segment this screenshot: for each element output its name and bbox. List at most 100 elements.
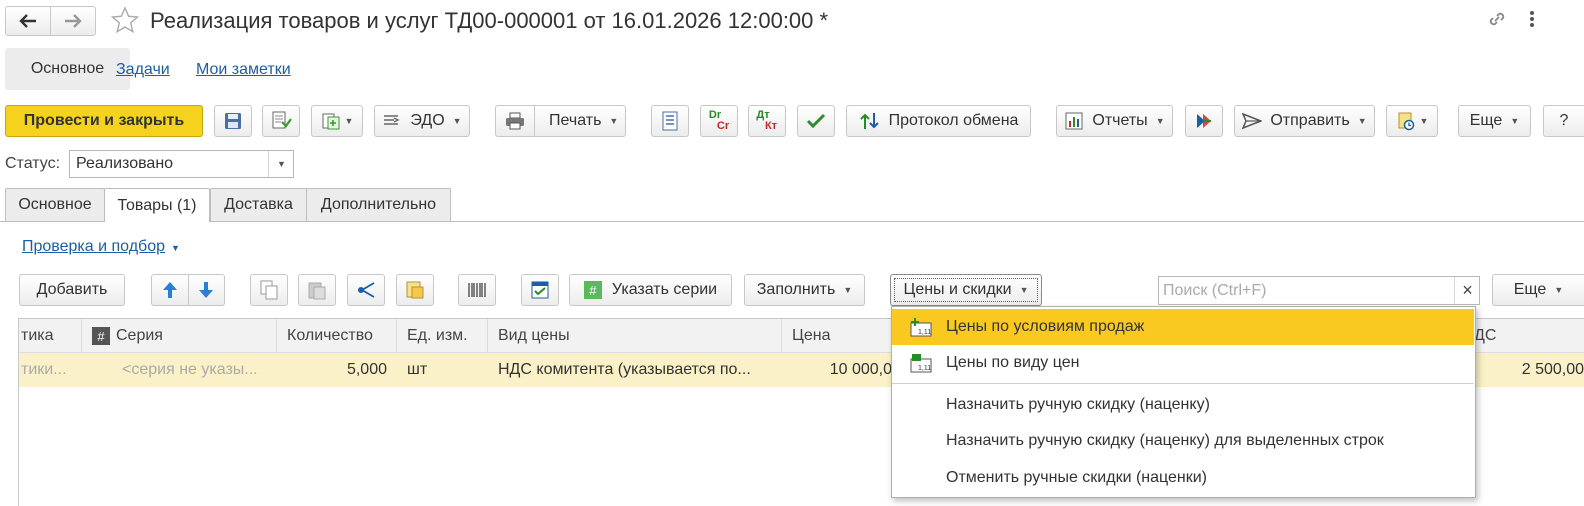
chevron-down-icon: ▼ <box>1554 285 1564 295</box>
list-icon <box>662 111 678 131</box>
prices-and-discounts-button[interactable]: Цены и скидки ▼ <box>890 274 1042 306</box>
chevron-down-icon[interactable]: ▼ <box>171 243 180 253</box>
checkmark-icon <box>806 113 826 129</box>
header-series[interactable]: # Серия <box>82 319 277 353</box>
chevron-down-icon: ▼ <box>843 285 853 295</box>
kebab-icon[interactable] <box>1529 10 1535 28</box>
cell-series: <серия не указы... <box>122 361 258 378</box>
tab-main[interactable]: Основное <box>5 48 130 90</box>
goods-more-label: Еще <box>1513 281 1547 298</box>
fill-button[interactable]: Заполнить ▼ <box>744 274 865 306</box>
reports-button[interactable]: Отчеты ▼ <box>1056 105 1173 137</box>
arrow-up-icon <box>162 282 177 298</box>
report-icon <box>1065 112 1083 130</box>
search-input[interactable]: Поиск (Ctrl+F) × <box>1158 276 1480 305</box>
create-based-on-button[interactable]: ▼ <box>311 105 363 137</box>
clear-icon[interactable]: × <box>1454 277 1480 304</box>
clip-doc-icon <box>1398 112 1414 131</box>
page-title: Реализация товаров и услуг ТД00-000001 о… <box>150 8 829 33</box>
star-icon[interactable] <box>110 6 140 36</box>
menu-item-set-manual-discount-selected[interactable]: Назначить ручную скидку (наценку) для вы… <box>892 423 1474 459</box>
post-button[interactable] <box>262 105 300 137</box>
split-row-button[interactable] <box>347 274 385 306</box>
header-quantity[interactable]: Количество <box>277 319 397 353</box>
exchange-icon <box>859 113 879 129</box>
forward-button[interactable] <box>51 7 95 35</box>
tab-basic[interactable]: Основное <box>5 188 105 221</box>
arrow-down-icon <box>199 282 214 298</box>
goods-more-button[interactable]: Еще ▼ <box>1492 274 1584 306</box>
check-button[interactable] <box>797 105 835 137</box>
dt-kt-button[interactable]: Дт Кт <box>748 105 786 137</box>
header-price-type[interactable]: Вид цены <box>488 319 782 353</box>
price-calc-icon: 1,11 <box>910 318 932 337</box>
edo-label: ЭДО <box>410 112 445 129</box>
print-button[interactable]: Печать ▼ <box>495 105 626 137</box>
tab-additional[interactable]: Дополнительно <box>306 188 451 221</box>
menu-separator <box>892 383 1474 384</box>
tab-notes[interactable]: Мои заметки <box>196 61 291 79</box>
chevron-down-icon: ▼ <box>1155 116 1165 126</box>
move-up-button[interactable] <box>152 275 189 305</box>
save-button[interactable] <box>214 105 252 137</box>
select-button[interactable] <box>521 274 559 306</box>
printer-icon <box>506 112 524 130</box>
package-icon <box>406 281 424 299</box>
chevron-down-icon: ▼ <box>452 116 462 126</box>
menu-item-prices-by-price-type[interactable]: 1,11 Цены по виду цен <box>892 345 1474 381</box>
add-button[interactable]: Добавить <box>19 274 125 306</box>
paste-button[interactable] <box>298 274 336 306</box>
reports-label: Отчеты <box>1092 112 1148 129</box>
chevron-down-icon: ▼ <box>344 116 354 126</box>
check-and-select-link[interactable]: Проверка и подбор <box>22 238 165 256</box>
cell-price: 10 000,0 <box>829 361 892 378</box>
attachments-button[interactable]: ▼ <box>1386 105 1438 137</box>
package-button[interactable] <box>396 274 434 306</box>
edo-button[interactable]: ЭДО ▼ <box>374 105 470 137</box>
chevron-down-icon: ▼ <box>1419 116 1429 126</box>
cell-unit: шт <box>407 361 428 378</box>
kt-label: Кт <box>764 120 778 132</box>
tabs-divider <box>0 221 1584 222</box>
journal-button[interactable] <box>651 105 689 137</box>
move-down-button[interactable] <box>189 275 225 305</box>
specify-series-button[interactable]: # Указать серии <box>569 274 732 306</box>
header-unit[interactable]: Ед. изм. <box>397 319 488 353</box>
copy-button[interactable] <box>250 274 288 306</box>
dr-cr-button[interactable]: Dr Cr <box>700 105 738 137</box>
help-button[interactable]: ? <box>1543 105 1584 137</box>
save-icon <box>225 113 241 129</box>
menu-item-prices-by-sales-terms[interactable]: 1,11 Цены по условиям продаж <box>892 309 1474 345</box>
hash-icon: # <box>583 281 602 299</box>
barcode-button[interactable] <box>458 274 496 306</box>
chevron-down-icon[interactable]: ▼ <box>268 151 294 177</box>
status-value: Реализовано <box>76 155 174 172</box>
specify-series-label: Указать серии <box>611 281 718 298</box>
copy-icon <box>260 280 278 300</box>
tab-goods[interactable]: Товары (1) <box>104 188 210 222</box>
chevron-down-icon: ▼ <box>1510 116 1520 126</box>
menu-item-cancel-manual-discounts[interactable]: Отменить ручные скидки (наценки) <box>892 460 1474 496</box>
post-doc-icon <box>272 111 292 129</box>
header-price[interactable]: Цена <box>782 319 892 353</box>
header-series-label: Серия <box>116 327 163 344</box>
status-select[interactable]: Реализовано ▼ <box>69 150 294 178</box>
cell-price-type: НДС комитента (указывается по... <box>498 361 751 378</box>
back-button[interactable] <box>6 7 51 35</box>
header-vat[interactable]: ДС <box>1474 319 1584 353</box>
paste-icon <box>308 282 326 300</box>
header-characteristic[interactable]: тика <box>19 319 82 353</box>
link-icon[interactable] <box>1486 8 1508 30</box>
exchange-protocol-button[interactable]: Протокол обмена <box>846 105 1031 137</box>
arrow-right-icon <box>65 14 82 28</box>
send-button[interactable]: Отправить ▼ <box>1234 105 1375 137</box>
menu-label-prices-by-price-type: Цены по виду цен <box>946 354 1080 371</box>
post-and-close-button[interactable]: Провести и закрыть <box>5 105 203 137</box>
hash-icon: # <box>92 327 110 345</box>
send-edo-button[interactable] <box>1185 105 1223 137</box>
menu-item-set-manual-discount[interactable]: Назначить ручную скидку (наценку) <box>892 387 1474 423</box>
tab-tasks[interactable]: Задачи <box>116 61 170 79</box>
tab-delivery[interactable]: Доставка <box>210 188 307 221</box>
create-based-icon <box>322 113 340 130</box>
more-button[interactable]: Еще ▼ <box>1458 105 1531 137</box>
